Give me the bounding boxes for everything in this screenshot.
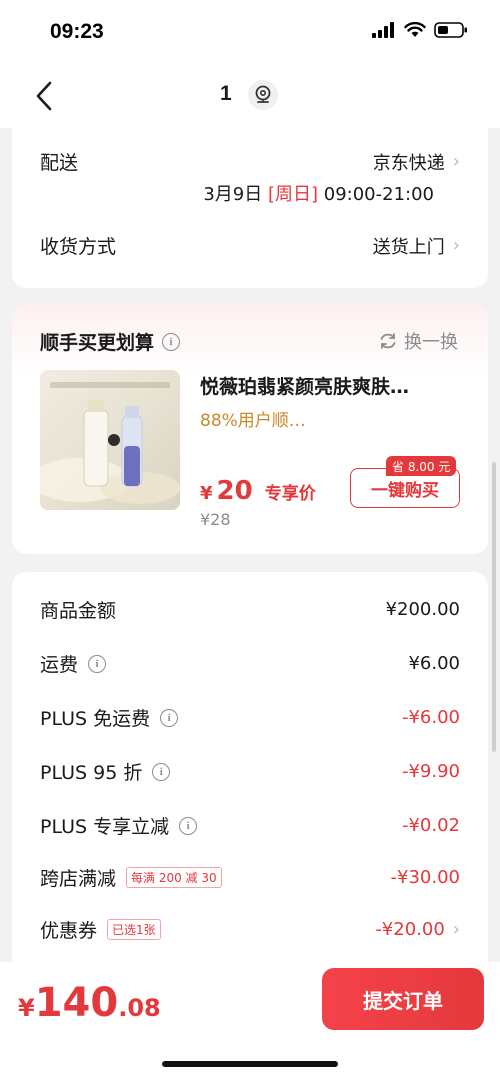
chevron-right-icon: › bbox=[452, 235, 460, 256]
status-time: 09:23 bbox=[50, 20, 104, 43]
summary-label: 商品金额 bbox=[40, 600, 117, 622]
product-rating: 88%用户顺… bbox=[200, 411, 306, 431]
summary-row-plus-exclusive: PLUS 专享立减 i -¥0.02 bbox=[40, 812, 460, 839]
delivery-date: 3月9日 [周日] 09:00-21:00 bbox=[203, 180, 434, 206]
wifi-icon bbox=[404, 22, 426, 37]
summary-label-wrap: 优惠券 已选1张 bbox=[40, 916, 161, 943]
summary-row-plus-discount: PLUS 95 折 i -¥9.90 bbox=[40, 758, 460, 785]
coupon-value-wrap: -¥20.00 › bbox=[375, 919, 460, 940]
summary-row-cross-store[interactable]: 跨店满减 每满 200 减 30 -¥30.00 bbox=[40, 864, 460, 891]
chevron-right-icon: › bbox=[452, 919, 460, 940]
summary-row-coupon[interactable]: 优惠券 已选1张 -¥20.00 › bbox=[40, 916, 460, 943]
back-button[interactable] bbox=[26, 78, 62, 114]
coupon-tag: 已选1张 bbox=[107, 919, 161, 940]
summary-value: -¥30.00 bbox=[390, 867, 460, 888]
total-price: ¥ 140 .08 bbox=[18, 980, 161, 1026]
receive-method-value-wrap: 送货上门 › bbox=[373, 233, 460, 259]
info-icon[interactable]: i bbox=[160, 708, 179, 727]
scrollbar[interactable] bbox=[492, 462, 496, 752]
chevron-right-icon: › bbox=[452, 151, 460, 172]
info-icon[interactable]: i bbox=[162, 332, 181, 351]
location-button[interactable] bbox=[248, 80, 278, 110]
summary-value: ¥200.00 bbox=[385, 599, 460, 620]
addon-title-wrap: 顺手买更划算 i bbox=[40, 328, 181, 355]
delivery-row[interactable]: 配送 京东快递 › bbox=[40, 148, 460, 175]
summary-label: PLUS 95 折 bbox=[40, 762, 143, 784]
summary-value: -¥6.00 bbox=[401, 707, 460, 728]
product-name[interactable]: 悦薇珀翡紧颜亮肤爽肤… bbox=[200, 372, 460, 399]
carrier-value: 京东快递 bbox=[372, 152, 445, 174]
addon-card: 顺手买更划算 i 换一换 悦薇珀翡紧颜亮肤爽肤… 88%用户顺… ¥ 20 专享… bbox=[12, 304, 488, 554]
home-indicator[interactable] bbox=[162, 1061, 338, 1067]
refresh-label: 换一换 bbox=[404, 332, 458, 353]
total-yen: ¥ bbox=[18, 994, 35, 1022]
summary-label-wrap: 跨店满减 每满 200 减 30 bbox=[40, 864, 222, 891]
delivery-date-day: 3月9日 bbox=[203, 184, 263, 205]
summary-label-wrap: 运费 i bbox=[40, 650, 107, 677]
info-icon[interactable]: i bbox=[88, 654, 107, 673]
refresh-button[interactable]: 换一换 bbox=[378, 328, 458, 354]
addon-title: 顺手买更划算 bbox=[40, 332, 155, 354]
summary-value: -¥9.90 bbox=[401, 761, 460, 782]
status-bar: 09:23 bbox=[0, 0, 500, 64]
info-icon[interactable]: i bbox=[179, 816, 198, 835]
receive-method-row[interactable]: 收货方式 送货上门 › bbox=[40, 232, 460, 259]
summary-label: PLUS 专享立减 bbox=[40, 816, 170, 838]
receive-method-label: 收货方式 bbox=[40, 236, 117, 258]
summary-label: 跨店满减 bbox=[40, 868, 117, 890]
summary-value: -¥0.02 bbox=[401, 815, 460, 836]
location-pin-icon bbox=[255, 85, 271, 103]
summary-value: -¥20.00 bbox=[375, 919, 445, 940]
original-price: ¥28 bbox=[200, 510, 231, 529]
promo-tag: 每满 200 减 30 bbox=[126, 867, 222, 888]
summary-label-wrap: PLUS 免运费 i bbox=[40, 704, 179, 731]
summary-label: PLUS 免运费 bbox=[40, 708, 151, 730]
summary-label-wrap: PLUS 专享立减 i bbox=[40, 812, 198, 839]
delivery-label: 配送 bbox=[40, 152, 79, 174]
battery-icon bbox=[434, 22, 467, 38]
summary-label: 优惠券 bbox=[40, 920, 98, 942]
product-image[interactable] bbox=[40, 370, 180, 510]
delivery-weekday: [周日] bbox=[267, 184, 319, 205]
receive-method-value: 送货上门 bbox=[372, 236, 445, 258]
summary-label: 运费 bbox=[40, 654, 79, 676]
product-price: ¥ 20 专享价 bbox=[200, 476, 316, 506]
page-title: 1 bbox=[220, 82, 232, 105]
refresh-icon bbox=[380, 333, 396, 349]
price-summary-card: 商品金额 ¥200.00 运费 i ¥6.00 PLUS 免运费 i -¥6.0… bbox=[12, 572, 488, 972]
price-tag: 专享价 bbox=[264, 484, 316, 504]
product-image-art bbox=[40, 382, 180, 504]
delivery-carrier: 京东快递 › bbox=[373, 149, 460, 175]
delivery-card: 配送 京东快递 › 3月9日 [周日] 09:00-21:00 收货方式 送货上… bbox=[12, 118, 488, 288]
total-int: 140 bbox=[34, 980, 119, 1026]
status-icons bbox=[372, 22, 468, 38]
summary-row-plus-free-shipping: PLUS 免运费 i -¥6.00 bbox=[40, 704, 460, 731]
price-yen: ¥ bbox=[200, 483, 213, 504]
summary-label-wrap: PLUS 95 折 i bbox=[40, 758, 171, 785]
total-dec: .08 bbox=[118, 994, 161, 1022]
summary-row-shipping: 运费 i ¥6.00 bbox=[40, 650, 460, 677]
delivery-window: 09:00-21:00 bbox=[323, 184, 434, 205]
price-value: 20 bbox=[216, 476, 253, 506]
save-badge: 省 8.00 元 bbox=[386, 456, 457, 476]
signal-icon bbox=[372, 22, 394, 38]
summary-row-subtotal: 商品金额 ¥200.00 bbox=[40, 596, 460, 623]
chevron-left-icon bbox=[36, 81, 52, 111]
submit-order-button[interactable]: 提交订单 bbox=[322, 968, 484, 1030]
info-icon[interactable]: i bbox=[152, 762, 171, 781]
summary-value: ¥6.00 bbox=[408, 653, 460, 674]
